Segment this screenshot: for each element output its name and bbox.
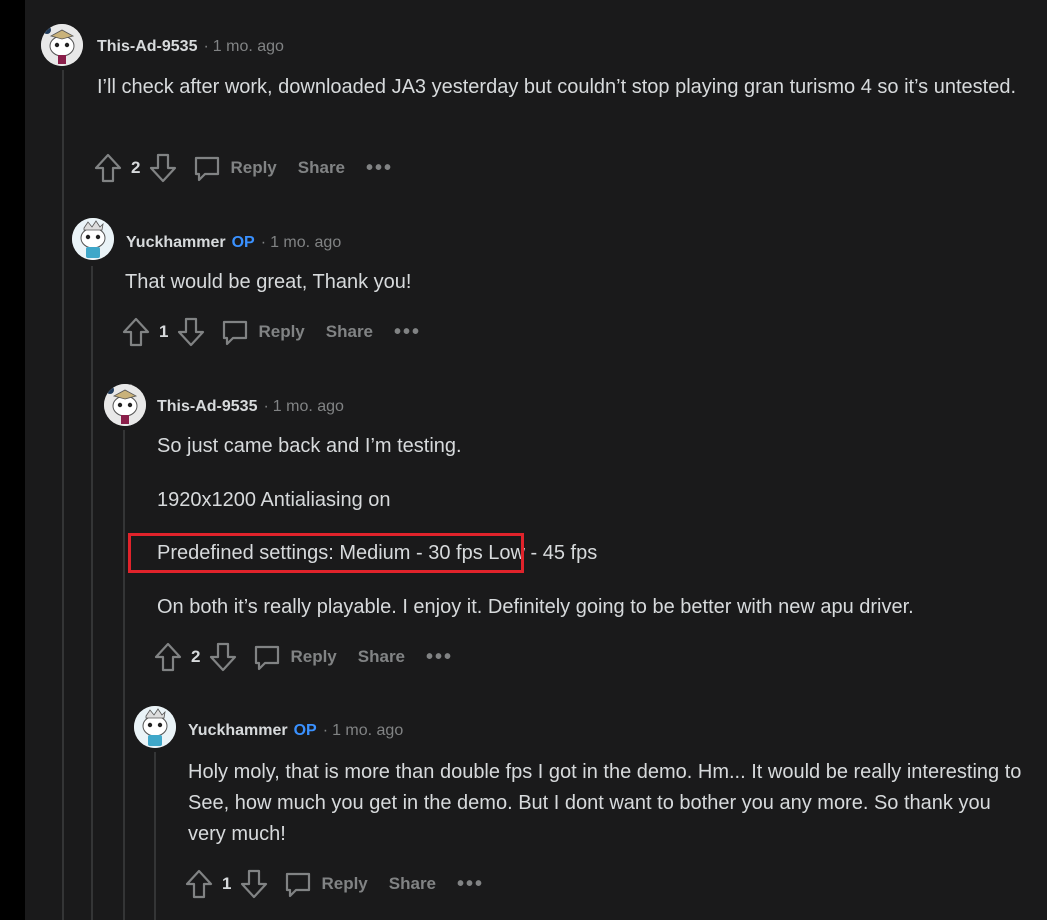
comment-paragraph: I’ll check after work, downloaded JA3 ye…: [97, 76, 1017, 98]
comment-actions: 2 Reply Share •••: [153, 641, 453, 673]
comment-meta: Yuckhammer OP · 1 mo. ago: [126, 233, 341, 253]
comment-body: That would be great, Thank you!: [125, 267, 1025, 298]
comment-paragraph: On both it’s really playable. I enjoy it…: [157, 596, 914, 618]
downvote-icon[interactable]: [239, 868, 269, 900]
comment-meta: This-Ad-9535 · 1 mo. ago: [97, 37, 284, 57]
author-name[interactable]: This-Ad-9535: [97, 38, 197, 56]
snoo-avatar-icon[interactable]: [104, 384, 146, 426]
comment-actions: 1 Reply Share •••: [121, 316, 421, 348]
op-badge: OP: [231, 234, 255, 251]
comment-paragraph: Holy moly, that is more than double fps …: [188, 761, 1022, 845]
annotation-highlight-box: [128, 533, 524, 573]
timestamp[interactable]: 1 mo. ago: [270, 234, 341, 252]
comment-paragraph: So just came back and I’m testing.: [157, 435, 462, 457]
comment-actions: 2 Reply Share •••: [93, 152, 393, 184]
comment-paragraph: 1920x1200 Antialiasing on: [157, 489, 391, 511]
more-options-icon[interactable]: •••: [426, 646, 453, 669]
share-button[interactable]: Share: [389, 874, 436, 894]
comment-actions: 1 Reply Share •••: [184, 868, 484, 900]
thread-line[interactable]: [123, 430, 125, 920]
reply-label: Reply: [321, 874, 368, 893]
more-options-icon[interactable]: •••: [394, 321, 421, 344]
reply-button[interactable]: Reply: [283, 869, 368, 899]
upvote-icon[interactable]: [184, 868, 214, 900]
downvote-icon[interactable]: [176, 316, 206, 348]
thread-line[interactable]: [62, 70, 64, 920]
downvote-icon[interactable]: [208, 641, 238, 673]
reply-label: Reply: [290, 647, 337, 666]
comment-bubble-icon: [286, 872, 311, 898]
upvote-icon[interactable]: [153, 641, 183, 673]
thread-line[interactable]: [91, 266, 93, 920]
reply-label: Reply: [258, 322, 305, 341]
comment-body: I’ll check after work, downloaded JA3 ye…: [97, 72, 1027, 103]
snoo-avatar-icon[interactable]: [72, 218, 114, 260]
comment-body: So just came back and I’m testing. 1920x…: [157, 431, 1027, 623]
comment-bubble-icon: [255, 645, 280, 671]
more-options-icon[interactable]: •••: [457, 873, 484, 896]
timestamp[interactable]: 1 mo. ago: [213, 38, 284, 56]
vote-count: 1: [222, 874, 232, 893]
snoo-avatar-icon[interactable]: [134, 706, 176, 748]
vote-count: 2: [131, 158, 141, 177]
comment-bubble-icon: [195, 156, 220, 182]
meta-separator: ·: [263, 398, 269, 415]
author-name[interactable]: This-Ad-9535: [157, 398, 257, 416]
vote-count: 2: [191, 647, 201, 666]
upvote-icon[interactable]: [93, 152, 123, 184]
reply-button[interactable]: Reply: [252, 642, 337, 672]
page-left-edge: [0, 0, 25, 920]
comment-meta: Yuckhammer OP · 1 mo. ago: [188, 721, 403, 741]
snoo-avatar-icon[interactable]: [41, 24, 83, 66]
op-badge: OP: [293, 722, 317, 739]
vote-count: 1: [159, 322, 169, 341]
downvote-icon[interactable]: [148, 152, 178, 184]
meta-separator: ·: [322, 722, 329, 739]
comment-paragraph: That would be great, Thank you!: [125, 271, 412, 293]
thread-line[interactable]: [154, 752, 156, 920]
author-name[interactable]: Yuckhammer: [188, 722, 288, 740]
reply-button[interactable]: Reply: [192, 153, 277, 183]
timestamp[interactable]: 1 mo. ago: [332, 722, 403, 740]
comment-meta: This-Ad-9535 · 1 mo. ago: [157, 397, 344, 417]
comment-body: Holy moly, that is more than double fps …: [188, 757, 1028, 850]
author-name[interactable]: Yuckhammer: [126, 234, 226, 252]
comment-bubble-icon: [223, 320, 248, 346]
upvote-icon[interactable]: [121, 316, 151, 348]
share-button[interactable]: Share: [298, 158, 345, 178]
reply-label: Reply: [230, 158, 277, 177]
more-options-icon[interactable]: •••: [366, 157, 393, 180]
share-button[interactable]: Share: [358, 647, 405, 667]
meta-separator: ·: [260, 234, 267, 251]
timestamp[interactable]: 1 mo. ago: [273, 398, 344, 416]
share-button[interactable]: Share: [326, 322, 373, 342]
meta-separator: ·: [203, 38, 209, 55]
reply-button[interactable]: Reply: [220, 317, 305, 347]
